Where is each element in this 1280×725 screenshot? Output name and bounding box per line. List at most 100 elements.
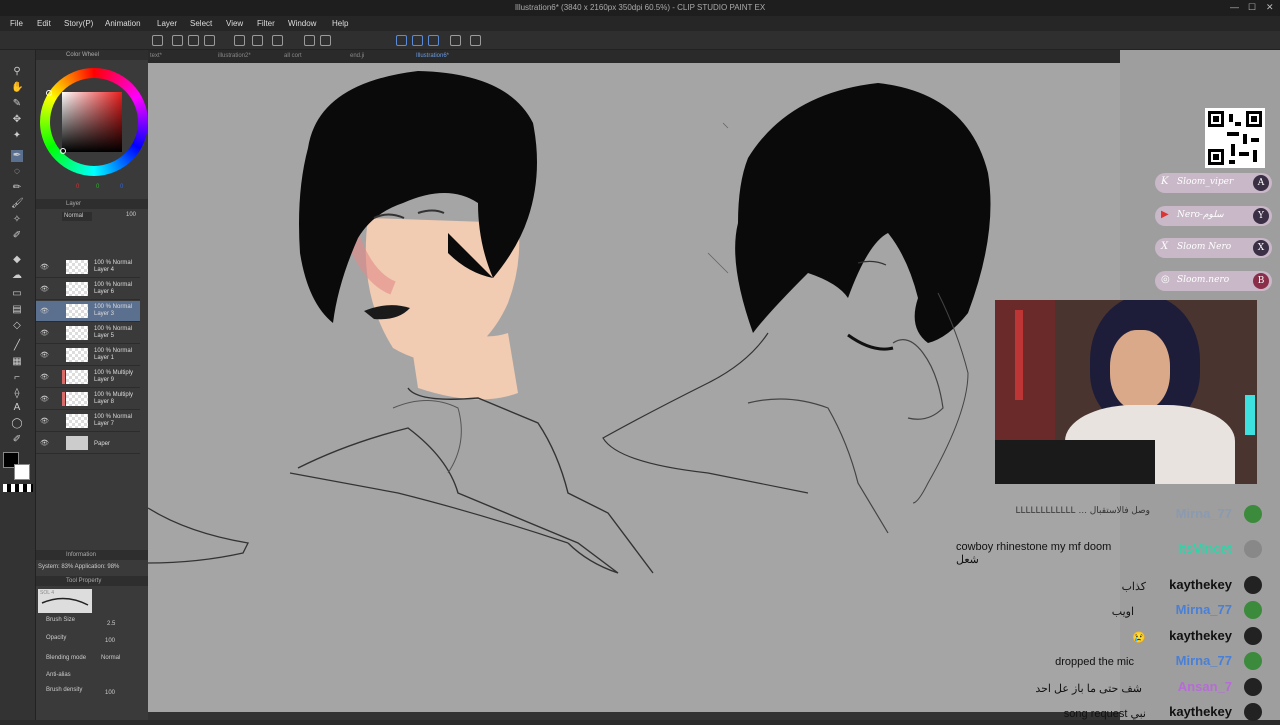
pencil-icon[interactable]: ✏ xyxy=(11,182,23,194)
menu-help[interactable]: Help xyxy=(332,19,348,28)
layer-thumbnail xyxy=(66,326,88,340)
chat-text: كذاب xyxy=(1121,581,1146,593)
layer-row[interactable]: 👁 100 % Normal Layer 5 xyxy=(36,323,140,344)
zoom-icon[interactable]: ⚲ xyxy=(11,66,23,78)
figure-icon[interactable]: ◇ xyxy=(11,320,23,332)
visibility-icon[interactable]: 👁 xyxy=(40,417,49,425)
visibility-icon[interactable]: 👁 xyxy=(40,285,49,293)
transparent-swatch[interactable] xyxy=(3,484,33,492)
layer-row[interactable]: 👁 100 % Normal Layer 4 xyxy=(36,257,140,278)
visibility-icon[interactable]: 👁 xyxy=(40,329,49,337)
chat-username: kaythekey xyxy=(1169,704,1232,719)
tab-illustration2[interactable]: illustration2* xyxy=(218,53,251,59)
close-icon[interactable]: ✕ xyxy=(1266,2,1274,13)
snap-icon[interactable] xyxy=(412,35,423,46)
chat-text: song request نبي xyxy=(1063,708,1146,720)
save-icon[interactable] xyxy=(188,35,199,46)
social-handle: Nero-سلوم xyxy=(1177,210,1224,220)
social-youtube[interactable]: ▶ Nero-سلوم Y xyxy=(1155,206,1272,226)
eraser-icon[interactable]: ▭ xyxy=(11,288,23,300)
gradient-icon[interactable]: ▤ xyxy=(11,304,23,316)
menu-story[interactable]: Story(P) xyxy=(64,19,93,28)
tab-end[interactable]: end.ji xyxy=(350,53,364,59)
menu-window[interactable]: Window xyxy=(288,19,316,28)
menu-view[interactable]: View xyxy=(226,19,243,28)
visibility-icon[interactable]: 👁 xyxy=(40,307,49,315)
visibility-icon[interactable]: 👁 xyxy=(40,263,49,271)
balloon-icon[interactable]: ◯ xyxy=(11,418,23,430)
layer-opacity-value[interactable]: 100 xyxy=(126,212,136,218)
layer-row[interactable]: 👁 100 % Normal Layer 1 xyxy=(36,345,140,366)
social-instagram[interactable]: ◎ Sloom.nero B xyxy=(1155,271,1272,291)
maximize-icon[interactable]: ☐ xyxy=(1248,2,1256,13)
visibility-icon[interactable]: 👁 xyxy=(40,351,49,359)
green-value: 0 xyxy=(96,184,100,190)
undo-icon[interactable] xyxy=(234,35,245,46)
airbrush-icon[interactable]: ✧ xyxy=(11,214,23,226)
crop-icon[interactable] xyxy=(320,35,331,46)
color-saturation-box[interactable] xyxy=(62,92,122,152)
blend-mode-select[interactable]: Normal xyxy=(62,212,92,221)
sub-color-swatch[interactable] xyxy=(14,464,30,480)
layer-row-paper[interactable]: 👁 Paper xyxy=(36,433,140,454)
select-icon[interactable] xyxy=(272,35,283,46)
layer-row[interactable]: 👁 100 % Multiply Layer 9 xyxy=(36,367,140,388)
menu-animation[interactable]: Animation xyxy=(105,19,141,28)
visibility-icon[interactable]: 👁 xyxy=(40,439,49,447)
marker-icon[interactable]: ✐ xyxy=(11,230,23,242)
lasso-icon[interactable]: ◌ xyxy=(11,166,23,178)
transform-icon[interactable] xyxy=(304,35,315,46)
social-x[interactable]: X Sloom Nero X xyxy=(1155,238,1272,258)
tab-text[interactable]: text* xyxy=(150,53,162,59)
settings-icon[interactable] xyxy=(450,35,461,46)
brush-icon[interactable]: 🖌 xyxy=(11,198,24,210)
blend-icon[interactable]: ☁ xyxy=(11,270,23,282)
fill-icon[interactable]: ◆ xyxy=(11,254,23,266)
value-picker[interactable] xyxy=(60,148,66,154)
layer-row[interactable]: 👁 100 % Normal Layer 6 xyxy=(36,279,140,300)
frame-icon[interactable]: ▦ xyxy=(11,356,23,368)
redo-icon[interactable] xyxy=(252,35,263,46)
layer-name: Layer 8 xyxy=(94,399,115,405)
vector-icon[interactable]: ⟠ xyxy=(11,388,23,400)
layer-row[interactable]: 👁 100 % Normal Layer 7 xyxy=(36,411,140,432)
menu-filter[interactable]: Filter xyxy=(257,19,275,28)
menu-edit[interactable]: Edit xyxy=(37,19,51,28)
blending-mode-value[interactable]: Normal xyxy=(101,655,120,661)
ruler-tool-icon[interactable]: ⌐ xyxy=(11,372,23,384)
minimize-icon[interactable]: — xyxy=(1230,2,1239,12)
line-icon[interactable]: ╱ xyxy=(11,340,23,352)
menu-layer[interactable]: Layer xyxy=(157,19,177,28)
hue-picker[interactable] xyxy=(46,90,52,96)
visibility-icon[interactable]: 👁 xyxy=(40,373,49,381)
menu-select[interactable]: Select xyxy=(190,19,212,28)
pen-icon[interactable]: ✒ xyxy=(11,150,23,162)
grid-icon[interactable] xyxy=(428,35,439,46)
webcam-overlay xyxy=(995,300,1257,484)
tab-illustration6[interactable]: Illustration6* xyxy=(416,53,449,59)
document-tabs: text* illustration2* all cort end.ji Ill… xyxy=(148,50,1248,63)
eyedropper-icon[interactable]: ✎ xyxy=(11,98,23,110)
help-icon[interactable] xyxy=(470,35,481,46)
chat-text: اويب xyxy=(1111,606,1134,618)
opacity-value[interactable]: 100 xyxy=(105,638,115,644)
brush-size-value[interactable]: 2.5 xyxy=(107,621,115,627)
youtube-icon: ▶ xyxy=(1161,209,1169,220)
print-icon[interactable] xyxy=(204,35,215,46)
text-icon[interactable]: A xyxy=(11,402,23,414)
chat-username: kaythekey xyxy=(1169,577,1232,592)
layer-row-selected[interactable]: 👁 100 % Normal Layer 3 xyxy=(36,301,140,322)
tab-all-cort[interactable]: all cort xyxy=(284,53,302,59)
brush-density-value[interactable]: 100 xyxy=(105,690,115,696)
move-icon[interactable]: ✥ xyxy=(11,114,23,126)
social-twitch[interactable]: K Sloom_viper A xyxy=(1155,173,1272,193)
auto-select-icon[interactable]: ✦ xyxy=(11,130,23,142)
hand-icon[interactable]: ✋ xyxy=(11,82,23,94)
correct-line-icon[interactable]: ✐ xyxy=(11,434,23,446)
open-icon[interactable] xyxy=(172,35,183,46)
layer-row[interactable]: 👁 100 % Multiply Layer 8 xyxy=(36,389,140,410)
menu-file[interactable]: File xyxy=(10,19,23,28)
new-icon[interactable] xyxy=(152,35,163,46)
visibility-icon[interactable]: 👁 xyxy=(40,395,49,403)
ruler-icon[interactable] xyxy=(396,35,407,46)
